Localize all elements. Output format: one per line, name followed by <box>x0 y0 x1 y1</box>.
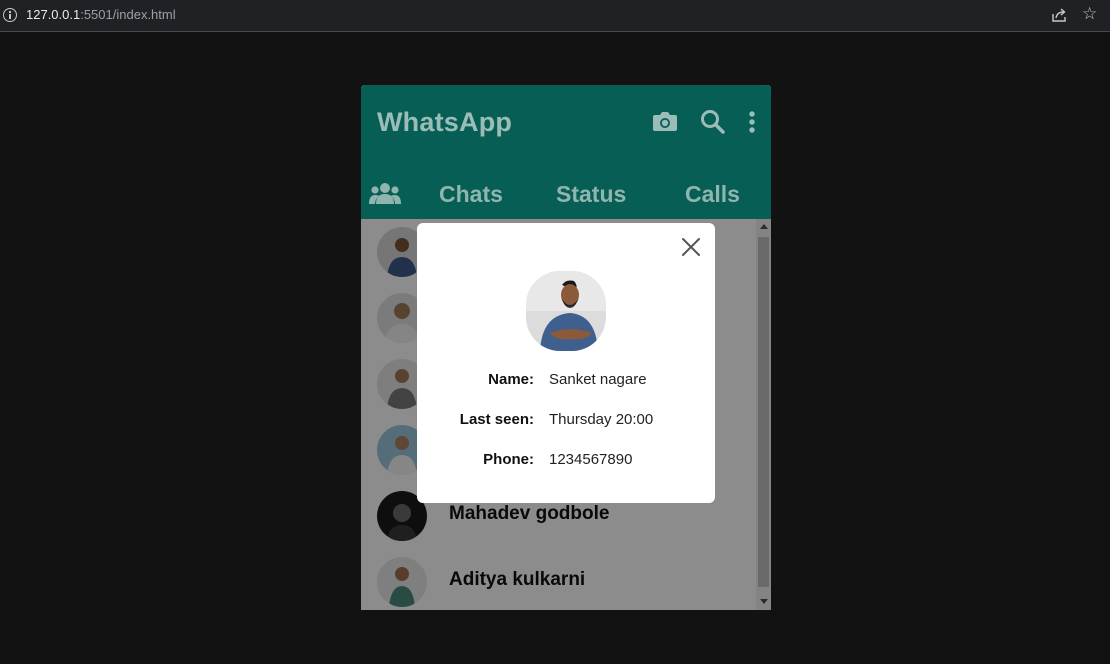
more-vert-icon[interactable] <box>748 110 756 134</box>
last-seen-row: Last seen: Thursday 20:00 <box>417 411 715 431</box>
url-host: 127.0.0.1 <box>26 7 81 22</box>
address-bar[interactable]: 127.0.0.1:5501/index.html ☆ <box>0 0 1110 32</box>
contact-info-modal: Name: Sanket nagare Last seen: Thursday … <box>417 223 715 503</box>
name-value: Sanket nagare <box>549 371 647 388</box>
name-label: Name: <box>488 371 534 388</box>
phone-value: 1234567890 <box>549 451 633 468</box>
tab-chats[interactable]: Chats <box>439 181 503 208</box>
app-header: WhatsApp Chats Status Calls <box>361 85 771 219</box>
browser-toolbar: 127.0.0.1:5501/index.html ☆ <box>0 0 1110 32</box>
tab-status[interactable]: Status <box>556 181 626 208</box>
camera-icon[interactable] <box>652 110 678 132</box>
info-icon[interactable] <box>3 8 17 22</box>
app-title: WhatsApp <box>377 107 513 137</box>
share-icon[interactable] <box>1051 8 1067 23</box>
tab-calls[interactable]: Calls <box>685 181 740 208</box>
close-icon[interactable] <box>681 237 701 257</box>
url-path: :5501/index.html <box>80 7 176 22</box>
bookmark-star-icon[interactable]: ☆ <box>1082 6 1097 23</box>
search-icon[interactable] <box>700 109 726 135</box>
last-seen-label: Last seen: <box>459 411 534 428</box>
community-icon[interactable] <box>369 182 401 206</box>
phone-row: Phone: 1234567890 <box>417 451 715 471</box>
last-seen-value: Thursday 20:00 <box>549 411 654 428</box>
phone-label: Phone: <box>483 451 534 468</box>
contact-name-row: Name: Sanket nagare <box>417 371 715 391</box>
contact-avatar <box>526 271 606 351</box>
url-text[interactable]: 127.0.0.1:5501/index.html <box>26 7 176 22</box>
